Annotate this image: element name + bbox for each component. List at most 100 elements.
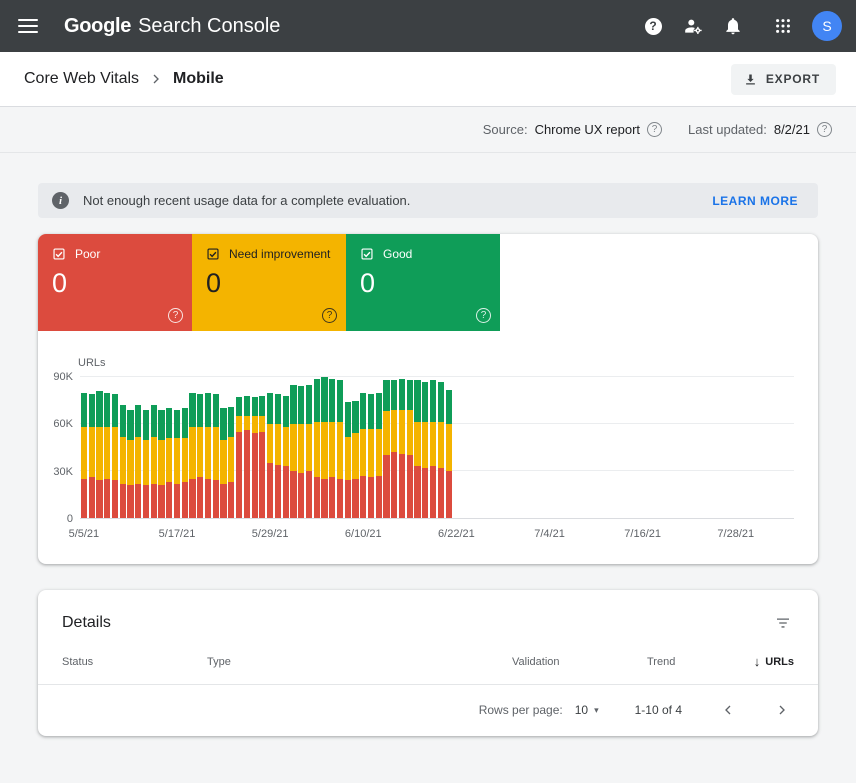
checkbox-checked-icon[interactable] [360, 247, 374, 261]
chart-bar[interactable] [244, 377, 250, 518]
chart-bar[interactable] [182, 377, 188, 518]
chart-bar[interactable] [275, 377, 281, 518]
chart-bar[interactable] [104, 377, 110, 518]
chart-bar[interactable] [112, 377, 118, 518]
filter-icon[interactable] [772, 612, 794, 634]
chart-bar[interactable] [391, 377, 397, 518]
chart-bar[interactable] [438, 377, 444, 518]
chart-bar[interactable] [81, 377, 87, 518]
chart-bar[interactable] [151, 377, 157, 518]
help-outline-icon[interactable]: ? [817, 122, 832, 137]
status-tiles: Poor 0 ? Need improvement 0 ? Good 0 [38, 234, 818, 331]
rows-per-page-value: 10 [575, 703, 588, 717]
chart-bar[interactable] [228, 377, 234, 518]
checkbox-checked-icon[interactable] [206, 247, 220, 261]
y-axis-title: URLs [78, 357, 794, 369]
help-icon[interactable]: ? [636, 9, 670, 43]
chart-bar[interactable] [189, 377, 195, 518]
last-updated-info: Last updated: 8/2/21 ? [688, 122, 832, 137]
x-tick-label: 5/29/21 [252, 528, 289, 540]
previous-page-button[interactable] [720, 702, 736, 718]
column-urls-label: URLs [765, 656, 794, 668]
chart-bar[interactable] [422, 377, 428, 518]
chart-bar[interactable] [205, 377, 211, 518]
tile-good[interactable]: Good 0 ? [346, 234, 500, 331]
urls-chart: URLs 030K60K90K 5/5/215/17/215/29/216/10… [38, 331, 818, 564]
checkbox-checked-icon[interactable] [52, 247, 66, 261]
chart-bar[interactable] [314, 377, 320, 518]
column-type[interactable]: Type [207, 656, 512, 668]
details-card: Details Status Type Validation Trend ↓ U… [38, 590, 818, 736]
column-validation[interactable]: Validation [512, 656, 647, 668]
chart-bar[interactable] [306, 377, 312, 518]
apps-grid-icon[interactable] [766, 9, 800, 43]
y-tick-label: 90K [53, 371, 73, 383]
logo-product-name: Search Console [138, 15, 280, 38]
chart-bar[interactable] [368, 377, 374, 518]
column-trend[interactable]: Trend [647, 656, 714, 668]
chart-bar[interactable] [259, 377, 265, 518]
chart-bar[interactable] [166, 377, 172, 518]
tile-poor[interactable]: Poor 0 ? [38, 234, 192, 331]
chart-bar[interactable] [407, 377, 413, 518]
chart-bar[interactable] [220, 377, 226, 518]
avatar[interactable]: S [812, 11, 842, 41]
chart-bar[interactable] [352, 377, 358, 518]
chart-bar[interactable] [158, 377, 164, 518]
app-logo[interactable]: Google Search Console [64, 15, 280, 38]
chart-bar[interactable] [174, 377, 180, 518]
chart-bar[interactable] [96, 377, 102, 518]
learn-more-link[interactable]: LEARN MORE [712, 194, 798, 208]
next-page-button[interactable] [774, 702, 790, 718]
chart-bar[interactable] [430, 377, 436, 518]
chart-bar[interactable] [337, 377, 343, 518]
chart-bar[interactable] [414, 377, 420, 518]
chart-bar[interactable] [135, 377, 141, 518]
chart-bar[interactable] [236, 377, 242, 518]
chart-bar[interactable] [399, 377, 405, 518]
chart-bar[interactable] [283, 377, 289, 518]
manage-users-icon[interactable] [676, 9, 710, 43]
chart-bar[interactable] [89, 377, 95, 518]
grid-dots-glyph [774, 17, 792, 35]
export-button[interactable]: EXPORT [731, 64, 836, 95]
banner-message: Not enough recent usage data for a compl… [83, 193, 410, 208]
notifications-icon[interactable] [716, 9, 750, 43]
x-tick-label: 6/10/21 [345, 528, 382, 540]
chart-bar[interactable] [376, 377, 382, 518]
chart-bar[interactable] [321, 377, 327, 518]
rows-per-page-select[interactable]: 10 ▾ [575, 703, 599, 717]
chart-bar[interactable] [267, 377, 273, 518]
chart-bar[interactable] [127, 377, 133, 518]
pagination-range: 1-10 of 4 [635, 703, 682, 717]
tile-value: 0 [206, 268, 332, 299]
menu-icon[interactable] [18, 19, 38, 33]
chart-bar[interactable] [446, 377, 452, 518]
chart-bar[interactable] [290, 377, 296, 518]
help-outline-icon[interactable]: ? [168, 308, 183, 323]
x-tick-label: 7/16/21 [624, 528, 661, 540]
chart-x-axis: 5/5/215/17/215/29/216/10/216/22/217/4/21… [80, 528, 794, 544]
chart-bar[interactable] [252, 377, 258, 518]
tile-header: Need improvement [206, 247, 332, 261]
help-outline-icon[interactable]: ? [322, 308, 337, 323]
help-outline-icon[interactable]: ? [647, 122, 662, 137]
details-title: Details [62, 614, 111, 632]
chart-bar[interactable] [383, 377, 389, 518]
breadcrumb-section[interactable]: Core Web Vitals [24, 70, 139, 88]
column-urls-sorted[interactable]: ↓ URLs [714, 654, 794, 669]
chart-bar[interactable] [143, 377, 149, 518]
chart-bar[interactable] [360, 377, 366, 518]
help-outline-icon[interactable]: ? [476, 308, 491, 323]
tile-need-improvement[interactable]: Need improvement 0 ? [192, 234, 346, 331]
info-banner: i Not enough recent usage data for a com… [38, 183, 818, 218]
chart-bar[interactable] [329, 377, 335, 518]
person-gear-glyph [683, 16, 704, 37]
column-status[interactable]: Status [62, 656, 207, 668]
chart-bar[interactable] [120, 377, 126, 518]
chart-bar[interactable] [298, 377, 304, 518]
chart-bar[interactable] [197, 377, 203, 518]
chart-bar[interactable] [345, 377, 351, 518]
chart-bar[interactable] [213, 377, 219, 518]
logo-google: Google [64, 15, 131, 38]
